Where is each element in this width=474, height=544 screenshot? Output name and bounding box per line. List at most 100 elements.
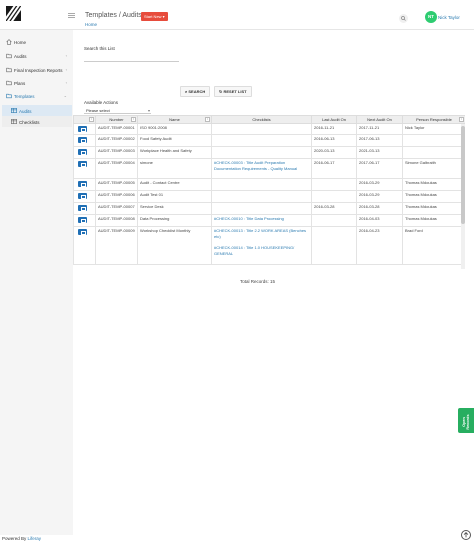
audits-table: ↕ Number ↕ Name ↕ Checklists Last Audit On… xyxy=(73,115,465,270)
edit-icon[interactable] xyxy=(78,217,87,223)
breadcrumb-home[interactable]: Home xyxy=(85,22,97,27)
cell-next-audit: 2021-03-13 xyxy=(356,146,403,159)
company-logo[interactable] xyxy=(6,6,21,21)
cell-name: simone xyxy=(137,158,212,179)
chevron-left-icon: ‹ xyxy=(65,67,67,72)
user-name[interactable]: Nick Taylor xyxy=(438,15,460,20)
sidebar-subitem-label: Checklists xyxy=(19,119,40,125)
start-new-button[interactable]: Start New ▾ xyxy=(141,12,168,21)
reset-list-button[interactable]: ↻ RESET LIST xyxy=(214,86,252,97)
arrow-up-icon xyxy=(463,532,469,538)
cell-next-audit: 2017-11-21 xyxy=(356,123,403,135)
edit-icon[interactable] xyxy=(78,126,87,132)
sidebar-item-audits[interactable]: Audits ‹ xyxy=(0,50,73,62)
edit-icon[interactable] xyxy=(78,137,87,143)
cell-next-audit: 2016-03-28 xyxy=(356,202,403,215)
sidebar-subitem-audits[interactable]: Audits xyxy=(2,105,72,116)
chevron-down-icon: ⌄ xyxy=(63,93,67,98)
search-icon: ⌕ xyxy=(185,89,188,94)
table-row: AUDIT-TEMP-00009 Workshop Checklist Mont… xyxy=(73,226,465,265)
column-header-number[interactable]: Number ↕ xyxy=(95,115,138,124)
sidebar-item-label: Plans xyxy=(14,80,26,86)
checklist-link[interactable]: #CHECK-00013 : Title 2.2 WORK AREAS (Ben… xyxy=(214,228,309,239)
table-row: AUDIT-TEMP-00004 simone #CHECK-00003 : T… xyxy=(73,158,465,179)
cell-person: Nick Taylor xyxy=(402,123,465,135)
cell-checklists: #CHECK-00013 : Title 2.2 WORK AREAS (Ben… xyxy=(211,226,312,265)
cell-next-audit: 2017-06-17 xyxy=(356,158,403,179)
column-header-next-audit-on: Next Audit On xyxy=(356,115,403,124)
table-row: AUDIT-TEMP-00007 Service Desk 2016-03-28… xyxy=(73,202,465,215)
folder-icon xyxy=(6,67,12,73)
table-scrollbar-thumb[interactable] xyxy=(461,126,465,224)
main-content: Search this List ⌕ SEARCH ↻ RESET LIST A… xyxy=(73,30,474,535)
total-records: Total Records: 15 xyxy=(240,279,276,284)
table-row: AUDIT-TEMP-00002 Food Safety Audit 2016-… xyxy=(73,134,465,147)
available-actions-label: Available Actions xyxy=(84,100,118,105)
checklist-link[interactable]: #CHECK-00014 : Title 1.0 HOUSEKEEPING/ G… xyxy=(214,245,309,256)
select-column-header[interactable]: ↕ xyxy=(73,115,96,124)
sidebar-item-plans[interactable]: Plans ‹ xyxy=(0,77,73,89)
column-header-last-audit-on: Last Audit On xyxy=(311,115,357,124)
cell-name: Service Desk xyxy=(137,202,212,215)
sidebar-item-templates[interactable]: Templates ⌄ xyxy=(0,90,73,102)
reset-icon: ↻ xyxy=(219,89,223,94)
top-bar: Templates / Audits Start New ▾ Home NT N… xyxy=(0,0,474,30)
cell-next-audit: 2016-03-29 xyxy=(356,178,403,191)
sidebar-item-label: Home xyxy=(14,39,27,45)
cell-number: AUDIT-TEMP-00002 xyxy=(95,134,138,147)
cell-checklists xyxy=(211,190,312,203)
scroll-to-top-button[interactable] xyxy=(461,530,471,540)
sort-icon: ↕ xyxy=(131,117,136,122)
cell-name: Food Safety Audit xyxy=(137,134,212,147)
sort-icon: ↕ xyxy=(459,117,464,122)
table-row: AUDIT-TEMP-00006 Audit Test 01 2016-03-2… xyxy=(73,190,465,203)
column-header-person-responsible[interactable]: Person Responsible ↕ xyxy=(402,115,465,124)
home-icon xyxy=(6,39,12,45)
chevron-left-icon: ‹ xyxy=(65,80,67,85)
available-actions-select[interactable]: Please select ▾ xyxy=(84,107,151,114)
avatar[interactable]: NT xyxy=(425,11,437,23)
edit-icon[interactable] xyxy=(78,149,87,155)
cell-last-audit: 2020-03-13 xyxy=(311,146,357,159)
sidebar-item-final-inspection-reports[interactable]: Final Inspection Reports ‹ xyxy=(0,64,73,76)
cell-person: Brad Ford xyxy=(402,226,465,265)
reset-button-label: RESET LIST xyxy=(223,89,247,94)
table-row: AUDIT-TEMP-00003 Workplace Health and Sa… xyxy=(73,146,465,159)
cell-name: ISO 9001:2008 xyxy=(137,123,212,135)
edit-icon[interactable] xyxy=(78,229,87,235)
column-header-checklists: Checklists xyxy=(211,115,312,124)
table-row: AUDIT-TEMP-00001 ISO 9001:2008 2016-11-2… xyxy=(73,123,465,135)
checklist-link[interactable]: #CHECK-00010 : Title Data Processing xyxy=(214,216,309,222)
cell-number: AUDIT-TEMP-00003 xyxy=(95,146,138,159)
search-input[interactable] xyxy=(84,55,179,62)
cell-last-audit xyxy=(311,178,357,191)
page-title: Templates / Audits xyxy=(85,12,142,19)
cell-person xyxy=(402,134,465,147)
edit-icon[interactable] xyxy=(78,193,87,199)
checklist-link[interactable]: #CHECK-00003 : Title Audit Preparation D… xyxy=(214,160,309,171)
cell-last-audit: 2016-06-13 xyxy=(311,134,357,147)
cell-checklists xyxy=(211,123,312,135)
cell-checklists: #CHECK-00010 : Title Data Processing xyxy=(211,214,312,227)
sidebar-subitem-checklists[interactable]: Checklists xyxy=(2,116,72,127)
cell-name: Audit - Contact Centre xyxy=(137,178,212,191)
edit-icon[interactable] xyxy=(78,161,87,167)
edit-icon[interactable] xyxy=(78,205,87,211)
cell-person: Thomas Mdoukas xyxy=(402,214,465,227)
open-records-tab[interactable]: Open Records xyxy=(458,408,474,433)
search-button[interactable]: ⌕ SEARCH xyxy=(180,86,211,97)
menu-toggle-icon[interactable] xyxy=(68,13,75,18)
cell-name: Audit Test 01 xyxy=(137,190,212,203)
cell-checklists xyxy=(211,134,312,147)
cell-number: AUDIT-TEMP-00001 xyxy=(95,123,138,135)
cell-last-audit: 2016-11-21 xyxy=(311,123,357,135)
cell-person xyxy=(402,146,465,159)
edit-icon[interactable] xyxy=(78,181,87,187)
cell-last-audit: 2016-03-28 xyxy=(311,202,357,215)
sidebar-item-home[interactable]: Home xyxy=(0,36,73,48)
column-header-name[interactable]: Name ↕ xyxy=(137,115,212,124)
liferay-link[interactable]: Liferay xyxy=(28,536,42,541)
header-search-button[interactable] xyxy=(399,14,408,23)
cell-number: AUDIT-TEMP-00006 xyxy=(95,190,138,203)
chevron-left-icon: ‹ xyxy=(65,53,67,58)
